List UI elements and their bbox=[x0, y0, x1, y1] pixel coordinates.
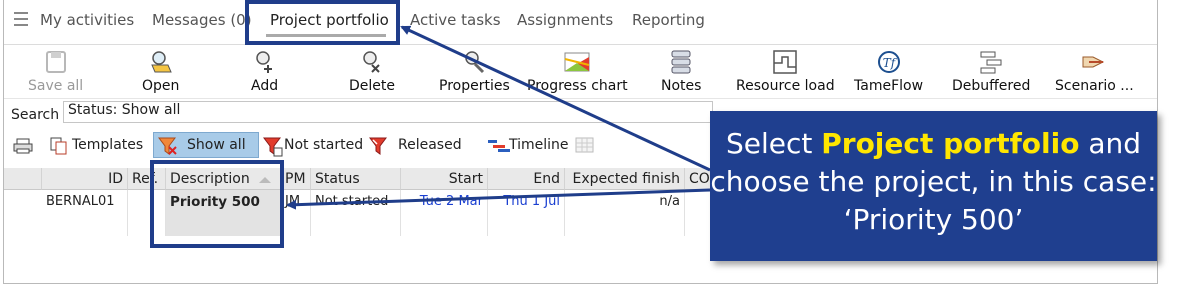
arrow-to-project-portfolio bbox=[400, 25, 711, 172]
arrow-to-priority-500 bbox=[286, 188, 711, 210]
instruction-callout: Select Project portfolio and choose the … bbox=[710, 111, 1157, 261]
callout-highlight: Project portfolio bbox=[821, 127, 1080, 160]
callout-text-pre: Select bbox=[725, 127, 822, 160]
